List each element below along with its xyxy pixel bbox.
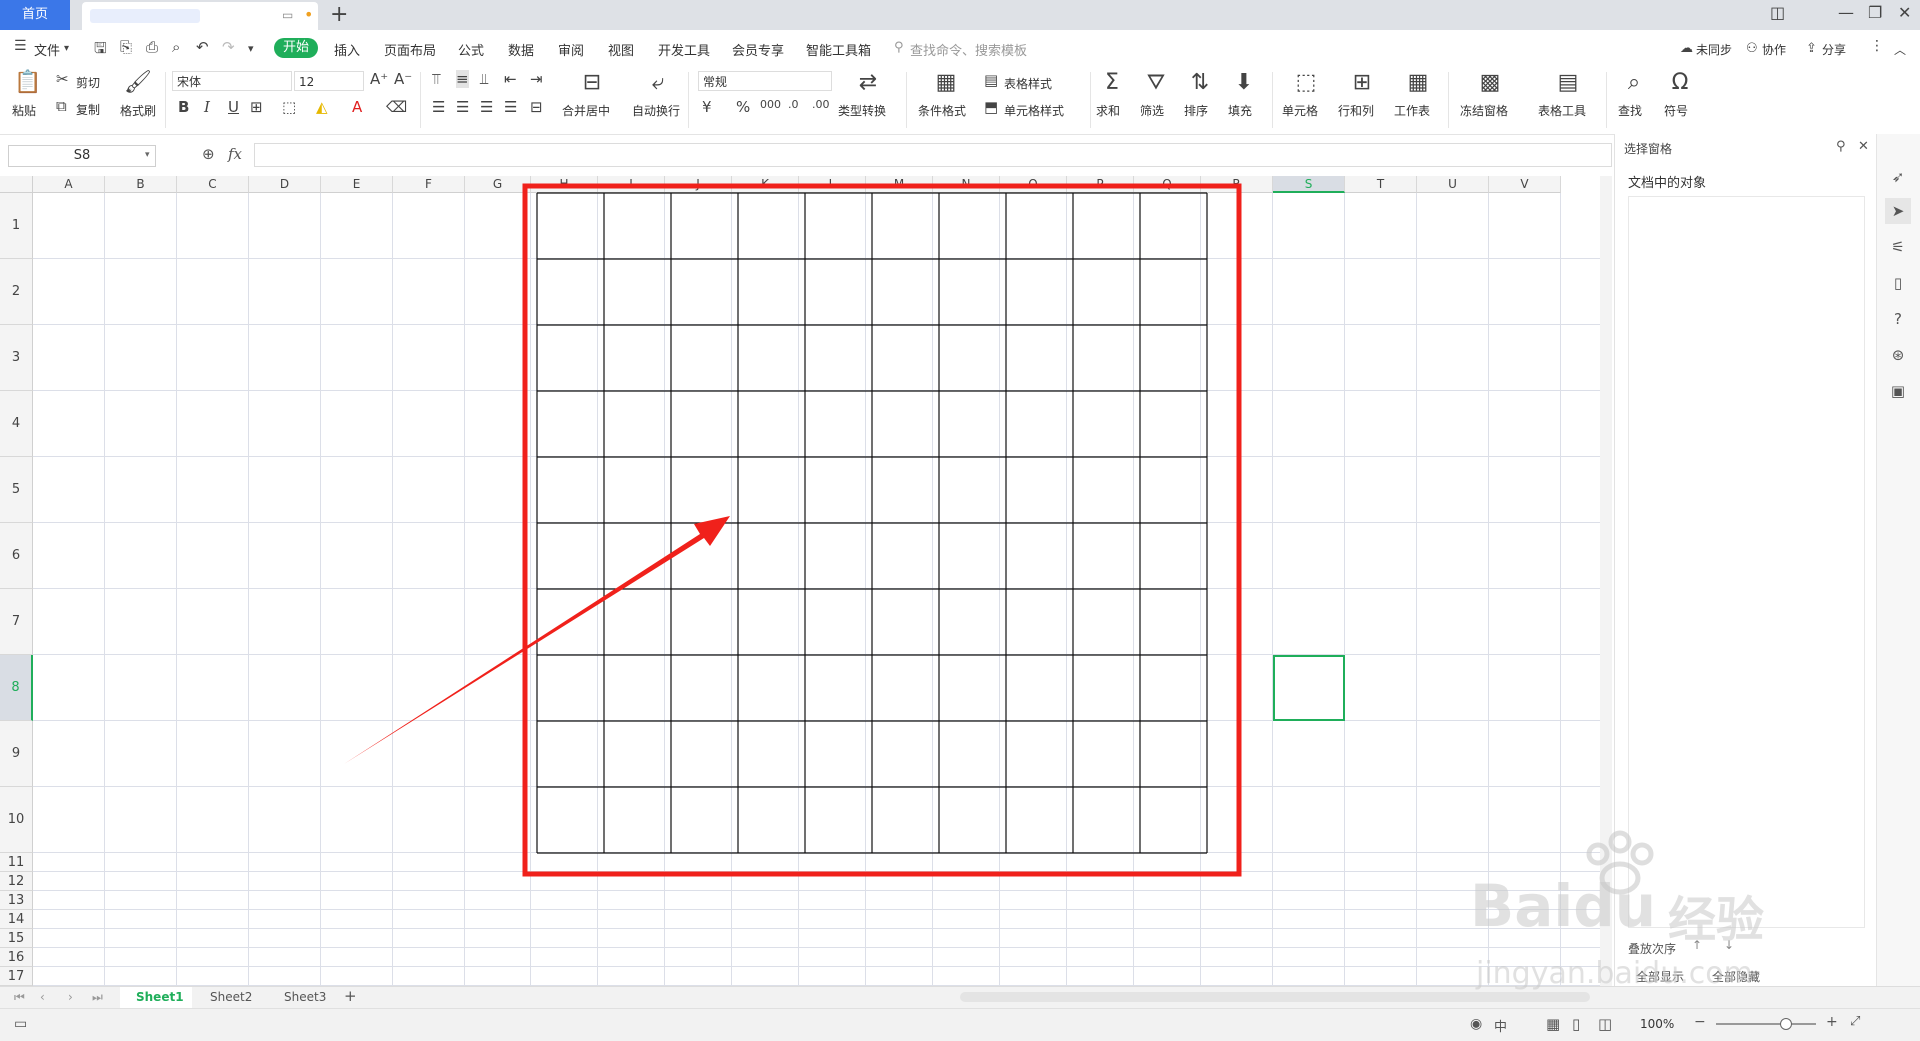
watermark-url: jingyan.baidu.com	[1476, 956, 1753, 991]
zoom-level[interactable]: 100%	[1640, 1017, 1674, 1031]
zoom-out-icon[interactable]: −	[1694, 1014, 1706, 1030]
normal-view-icon[interactable]: ▦	[1546, 1015, 1560, 1033]
sheet-tab-1[interactable]: Sheet1	[136, 990, 184, 1004]
page-layout-view-icon[interactable]: ▯	[1572, 1015, 1580, 1033]
fullscreen-icon[interactable]: ⤢	[1850, 1014, 1860, 1029]
settings-sliders-icon[interactable]: ⚟	[1885, 234, 1911, 260]
first-sheet-icon[interactable]: ⏮	[14, 990, 25, 1005]
pane-title[interactable]: 选择窗格	[1624, 140, 1672, 157]
last-sheet-icon[interactable]: ⏭	[92, 990, 103, 1005]
zoom-in-icon[interactable]: +	[1826, 1014, 1838, 1030]
cursor-icon[interactable]: ➤	[1885, 198, 1911, 224]
macro-icon[interactable]: ▭	[14, 1016, 27, 1032]
status-bar	[0, 1008, 1920, 1041]
add-sheet-icon[interactable]: +	[344, 987, 357, 1005]
image-icon[interactable]: ▣	[1885, 378, 1911, 404]
help-icon[interactable]: ?	[1885, 306, 1911, 332]
zoom-slider[interactable]	[1716, 1023, 1816, 1025]
paw-logo-icon	[1586, 830, 1654, 895]
next-sheet-icon[interactable]: ›	[68, 990, 73, 1004]
sheet-tab-3[interactable]: Sheet3	[284, 990, 326, 1004]
compass-icon[interactable]: ⊛	[1885, 342, 1911, 368]
pin-icon[interactable]: ⚲	[1836, 139, 1846, 154]
side-toolbar	[1876, 134, 1920, 1008]
horizontal-scrollbar[interactable]	[960, 992, 1590, 1002]
highlight-box	[522, 183, 1242, 877]
zoom-slider-thumb[interactable]	[1780, 1018, 1792, 1030]
eye-icon[interactable]: ◉	[1470, 1016, 1482, 1032]
sheet-tab-2[interactable]: Sheet2	[210, 990, 252, 1004]
reading-view-icon[interactable]: ◫	[1598, 1015, 1612, 1033]
close-icon[interactable]: ✕	[1858, 139, 1869, 154]
document-icon[interactable]: ▯	[1885, 270, 1911, 296]
rocket-icon[interactable]: ➶	[1885, 164, 1911, 190]
ime-status[interactable]: 中	[1494, 1016, 1507, 1035]
objects-list[interactable]	[1628, 196, 1865, 928]
pane-subtitle: 文档中的对象	[1628, 176, 1707, 191]
watermark-brand-cn: 经验	[1668, 892, 1765, 948]
prev-sheet-icon[interactable]: ‹	[40, 990, 45, 1004]
